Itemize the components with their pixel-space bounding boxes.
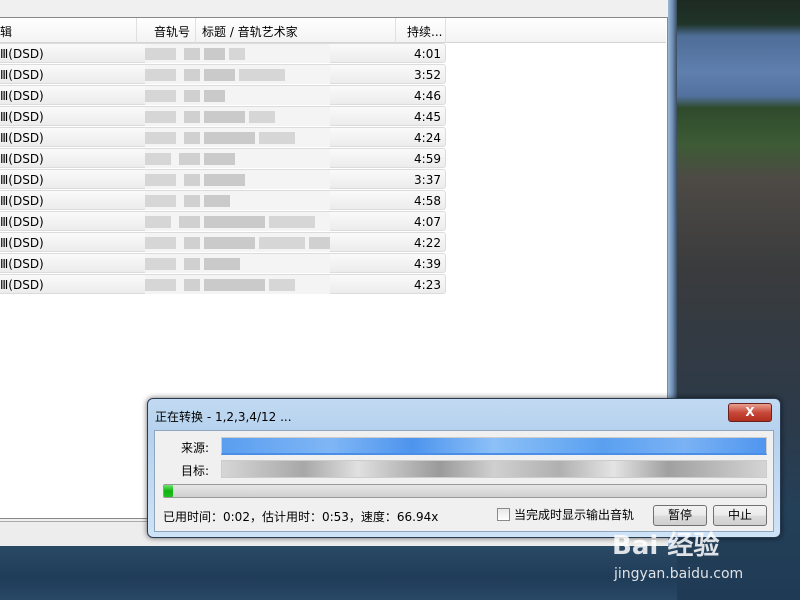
dialog-body: 来源: 目标: 已用时间：0:02，估计用时：0:53，速度：66.94x 当完… — [154, 430, 774, 532]
duration-cell: 4:39 — [414, 257, 441, 271]
duration-cell: 4:07 — [414, 215, 441, 229]
progress-bar — [163, 484, 767, 498]
duration-cell: 4:58 — [414, 194, 441, 208]
duration-cell: 4:23 — [414, 278, 441, 292]
duration-cell: 4:22 — [414, 236, 441, 250]
album-cell: Ⅲ(DSD) — [0, 47, 44, 61]
target-field — [221, 460, 767, 478]
duration-cell: 4:45 — [414, 110, 441, 124]
table-row[interactable]: Ⅲ(DSD) 4:59 — [0, 148, 446, 168]
table-row[interactable]: Ⅲ(DSD) 4:23 — [0, 274, 446, 294]
album-cell: Ⅲ(DSD) — [0, 194, 44, 208]
header-album[interactable]: 辑 — [0, 23, 12, 40]
list-header: 辑 音轨号 标题 / 音轨艺术家 持续... — [0, 18, 666, 43]
album-cell: Ⅲ(DSD) — [0, 89, 44, 103]
header-track-no[interactable]: 音轨号 — [154, 23, 190, 40]
checkbox-label: 当完成时显示输出音轨 — [514, 508, 635, 522]
album-cell: Ⅲ(DSD) — [0, 173, 44, 187]
album-cell: Ⅲ(DSD) — [0, 278, 44, 292]
table-row[interactable]: Ⅲ(DSD) 4:45 — [0, 106, 446, 126]
desktop-background — [0, 545, 677, 600]
blurred-title-cell — [145, 191, 330, 210]
blurred-title-cell — [145, 44, 330, 63]
album-cell: Ⅲ(DSD) — [0, 110, 44, 124]
table-row[interactable]: Ⅲ(DSD) 3:37 — [0, 169, 446, 189]
blurred-title-cell — [145, 86, 330, 105]
checkbox-box[interactable] — [497, 508, 510, 521]
conversion-dialog: 正在转换 - 1,2,3,4/12 ... X 来源: 目标: 已用时间：0:0… — [147, 398, 781, 538]
close-button[interactable]: X — [728, 403, 772, 422]
stop-button[interactable]: 中止 — [713, 505, 767, 526]
source-label: 来源: — [181, 441, 210, 455]
blurred-title-cell — [145, 254, 330, 273]
duration-cell: 4:01 — [414, 47, 441, 61]
blurred-title-cell — [145, 170, 330, 189]
album-cell: Ⅲ(DSD) — [0, 131, 44, 145]
blurred-title-cell — [145, 128, 330, 147]
watermark-url: jingyan.baidu.com — [614, 566, 744, 582]
table-row[interactable]: Ⅲ(DSD) 4:24 — [0, 127, 446, 147]
table-row[interactable]: Ⅲ(DSD) 4:46 — [0, 85, 446, 105]
blurred-title-cell — [145, 275, 330, 294]
duration-cell: 4:24 — [414, 131, 441, 145]
album-cell: Ⅲ(DSD) — [0, 257, 44, 271]
duration-cell: 3:52 — [414, 68, 441, 82]
album-cell: Ⅲ(DSD) — [0, 68, 44, 82]
target-label: 目标: — [181, 464, 210, 478]
dialog-title: 正在转换 - 1,2,3,4/12 ... — [155, 410, 292, 424]
table-row[interactable]: Ⅲ(DSD) 3:52 — [0, 64, 446, 84]
show-output-checkbox[interactable]: 当完成时显示输出音轨 — [497, 506, 634, 523]
source-field — [221, 437, 767, 455]
duration-cell: 4:46 — [414, 89, 441, 103]
table-row[interactable]: Ⅲ(DSD) 4:22 — [0, 232, 446, 252]
album-cell: Ⅲ(DSD) — [0, 152, 44, 166]
header-title-artist[interactable]: 标题 / 音轨艺术家 — [202, 23, 298, 40]
blurred-title-cell — [145, 212, 330, 231]
table-row[interactable]: Ⅲ(DSD) 4:01 — [0, 43, 446, 63]
album-cell: Ⅲ(DSD) — [0, 236, 44, 250]
blurred-title-cell — [145, 65, 330, 84]
header-duration[interactable]: 持续... — [407, 23, 442, 40]
pause-button[interactable]: 暂停 — [653, 505, 707, 526]
status-text: 已用时间：0:02，估计用时：0:53，速度：66.94x — [163, 510, 439, 524]
blurred-title-cell — [145, 233, 330, 252]
table-row[interactable]: Ⅲ(DSD) 4:58 — [0, 190, 446, 210]
blurred-title-cell — [145, 149, 330, 168]
duration-cell: 3:37 — [414, 173, 441, 187]
watermark-logo: Bai 经验 — [612, 531, 720, 561]
album-cell: Ⅲ(DSD) — [0, 215, 44, 229]
table-row[interactable]: Ⅲ(DSD) 4:39 — [0, 253, 446, 273]
progress-fill — [164, 485, 174, 497]
table-row[interactable]: Ⅲ(DSD) 4:07 — [0, 211, 446, 231]
duration-cell: 4:59 — [414, 152, 441, 166]
blurred-title-cell — [145, 107, 330, 126]
